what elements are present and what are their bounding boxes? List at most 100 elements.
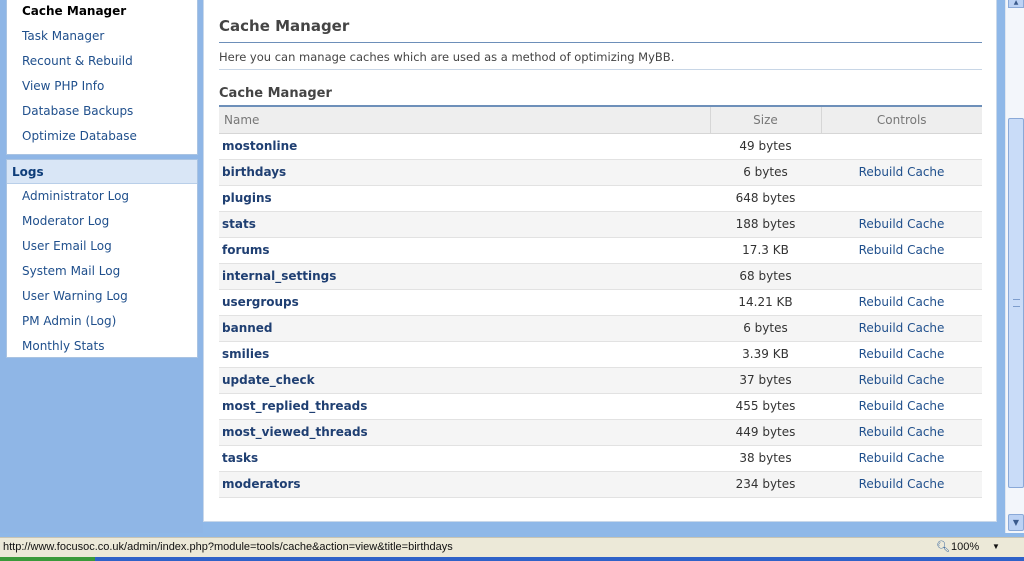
cell-controls: Rebuild Cache	[821, 367, 982, 394]
cell-controls: Rebuild Cache	[821, 445, 982, 472]
cell-name: plugins	[219, 185, 710, 212]
sidebar-item-user-email-log[interactable]: User Email Log	[7, 234, 197, 259]
browser-status-bar: http://www.focusoc.co.uk/admin/index.php…	[0, 537, 1024, 557]
sidebar-item-administrator-log[interactable]: Administrator Log	[7, 184, 197, 209]
table-row: update_check 37 bytes Rebuild Cache	[219, 367, 982, 394]
cell-name: birthdays	[219, 159, 710, 186]
column-header-size: Size	[710, 107, 822, 134]
cache-name-link[interactable]: most_replied_threads	[222, 399, 367, 413]
cell-name: banned	[219, 315, 710, 342]
sidebar-item-user-warning-log[interactable]: User Warning Log	[7, 284, 197, 309]
cell-size: 49 bytes	[710, 133, 821, 160]
cell-name: most_viewed_threads	[219, 419, 710, 446]
cell-name: update_check	[219, 367, 710, 394]
cell-controls: Rebuild Cache	[821, 471, 982, 498]
sidebar-item-database-backups[interactable]: Database Backups	[7, 99, 197, 124]
cache-name-link[interactable]: tasks	[222, 451, 258, 465]
rebuild-cache-link[interactable]: Rebuild Cache	[859, 217, 945, 231]
cache-name-link[interactable]: mostonline	[222, 139, 297, 153]
cache-name-link[interactable]: birthdays	[222, 165, 286, 179]
logs-menu: Logs Administrator Log Moderator Log User …	[6, 159, 198, 358]
cache-table: Name Size Controls mostonline 49 bytes bir…	[219, 107, 982, 498]
magnifier-icon: 🔍︎	[936, 541, 950, 553]
cache-name-link[interactable]: most_viewed_threads	[222, 425, 368, 439]
table-row: tasks 38 bytes Rebuild Cache	[219, 445, 982, 472]
cell-size: 6 bytes	[710, 315, 821, 342]
cache-name-link[interactable]: internal_settings	[222, 269, 336, 283]
cell-size: 449 bytes	[710, 419, 821, 446]
cell-name: moderators	[219, 471, 710, 498]
rebuild-cache-link[interactable]: Rebuild Cache	[859, 425, 945, 439]
cache-name-link[interactable]: usergroups	[222, 295, 299, 309]
sidebar-item-system-mail-log[interactable]: System Mail Log	[7, 259, 197, 284]
table-row: most_replied_threads 455 bytes Rebuild Cac…	[219, 393, 982, 420]
table-row: internal_settings 68 bytes	[219, 263, 982, 290]
cell-name: usergroups	[219, 289, 710, 316]
rebuild-cache-link[interactable]: Rebuild Cache	[859, 295, 945, 309]
cell-controls: Rebuild Cache	[821, 393, 982, 420]
sidebar-item-recount-rebuild[interactable]: Recount & Rebuild	[7, 49, 197, 74]
tools-menu: Cache Manager Task Manager Recount & Rebui…	[6, 0, 198, 155]
table-row: mostonline 49 bytes	[219, 133, 982, 160]
cell-size: 14.21 KB	[710, 289, 821, 316]
cell-size: 6 bytes	[710, 159, 821, 186]
table-row: stats 188 bytes Rebuild Cache	[219, 211, 982, 238]
zoom-control[interactable]: 🔍︎ 100% ▼	[936, 540, 1016, 556]
sidebar-item-pm-admin-log[interactable]: PM Admin (Log)	[7, 309, 197, 334]
cell-controls	[821, 185, 982, 212]
rebuild-cache-link[interactable]: Rebuild Cache	[859, 399, 945, 413]
cache-name-link[interactable]: banned	[222, 321, 273, 335]
rebuild-cache-link[interactable]: Rebuild Cache	[859, 347, 945, 361]
rebuild-cache-link[interactable]: Rebuild Cache	[859, 477, 945, 491]
cell-name: tasks	[219, 445, 710, 472]
table-row: birthdays 6 bytes Rebuild Cache	[219, 159, 982, 186]
rebuild-cache-link[interactable]: Rebuild Cache	[859, 243, 945, 257]
sidebar-item-monthly-stats[interactable]: Monthly Stats	[7, 334, 197, 359]
cell-size: 68 bytes	[710, 263, 821, 290]
cell-name: stats	[219, 211, 710, 238]
table-title: Cache Manager	[219, 86, 332, 101]
rebuild-cache-link[interactable]: Rebuild Cache	[859, 165, 945, 179]
column-header-name: Name	[219, 107, 711, 134]
cell-controls: Rebuild Cache	[821, 159, 982, 186]
cell-controls	[821, 133, 982, 160]
cache-name-link[interactable]: forums	[222, 243, 270, 257]
sidebar-item-view-php-info[interactable]: View PHP Info	[7, 74, 197, 99]
cache-name-link[interactable]: plugins	[222, 191, 272, 205]
cell-name: smilies	[219, 341, 710, 368]
chevron-down-icon[interactable]: ▼	[992, 542, 1000, 551]
table-row: moderators 234 bytes Rebuild Cache	[219, 471, 982, 498]
vertical-scrollbar[interactable]: ▲ ▼	[1005, 0, 1024, 533]
cell-controls: Rebuild Cache	[821, 419, 982, 446]
cache-name-link[interactable]: smilies	[222, 347, 269, 361]
cell-size: 188 bytes	[710, 211, 821, 238]
cell-controls: Rebuild Cache	[821, 341, 982, 368]
cache-table-body: mostonline 49 bytes birthdays 6 bytes Rebuil…	[219, 133, 982, 498]
tools-menu-list: Cache Manager Task Manager Recount & Rebui…	[7, 0, 197, 149]
sidebar-item-moderator-log[interactable]: Moderator Log	[7, 209, 197, 234]
logs-menu-title: Logs	[7, 160, 197, 184]
scroll-up-arrow-icon[interactable]: ▲	[1008, 0, 1024, 8]
table-header-row: Name Size Controls	[219, 107, 982, 134]
sidebar-item-cache-manager[interactable]: Cache Manager	[7, 0, 197, 24]
table-row: banned 6 bytes Rebuild Cache	[219, 315, 982, 342]
scroll-thumb[interactable]	[1008, 118, 1024, 488]
sidebar-item-task-manager[interactable]: Task Manager	[7, 24, 197, 49]
sidebar-item-optimize-database[interactable]: Optimize Database	[7, 124, 197, 149]
table-row: most_viewed_threads 449 bytes Rebuild Cach…	[219, 419, 982, 446]
cell-size: 17.3 KB	[710, 237, 821, 264]
cell-size: 234 bytes	[710, 471, 821, 498]
cell-name: forums	[219, 237, 710, 264]
rebuild-cache-link[interactable]: Rebuild Cache	[859, 451, 945, 465]
cell-controls: Rebuild Cache	[821, 211, 982, 238]
table-row: usergroups 14.21 KB Rebuild Cache	[219, 289, 982, 316]
cache-name-link[interactable]: moderators	[222, 477, 301, 491]
cell-name: mostonline	[219, 133, 710, 160]
rebuild-cache-link[interactable]: Rebuild Cache	[859, 373, 945, 387]
scroll-down-arrow-icon[interactable]: ▼	[1008, 514, 1024, 531]
cache-name-link[interactable]: update_check	[222, 373, 315, 387]
main-content: Cache Manager Here you can manage caches…	[203, 0, 997, 522]
cache-name-link[interactable]: stats	[222, 217, 256, 231]
page-title: Cache Manager	[219, 17, 350, 35]
rebuild-cache-link[interactable]: Rebuild Cache	[859, 321, 945, 335]
